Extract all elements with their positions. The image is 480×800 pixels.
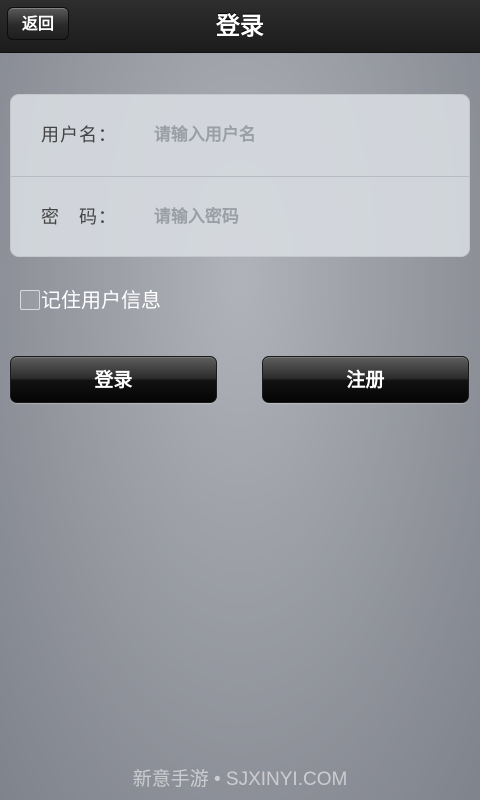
login-form: 用户名： 密 码：: [10, 94, 470, 257]
navigation-bar: 返回 登录: [0, 0, 480, 53]
login-button[interactable]: 登录: [10, 356, 217, 403]
username-label: 用户名：: [41, 125, 117, 146]
remember-checkbox[interactable]: [20, 290, 40, 310]
username-row: 用户名：: [11, 95, 469, 177]
page-title: 登录: [216, 12, 264, 40]
remember-label: 记住用户信息: [41, 288, 161, 312]
password-row: 密 码：: [11, 177, 469, 256]
password-label: 密 码：: [41, 207, 117, 228]
watermark: 新意手游 • SJXINYI.COM: [132, 769, 348, 790]
register-button[interactable]: 注册: [262, 356, 469, 403]
username-input[interactable]: [151, 119, 454, 151]
back-button[interactable]: 返回: [7, 7, 69, 40]
password-input[interactable]: [151, 201, 454, 233]
